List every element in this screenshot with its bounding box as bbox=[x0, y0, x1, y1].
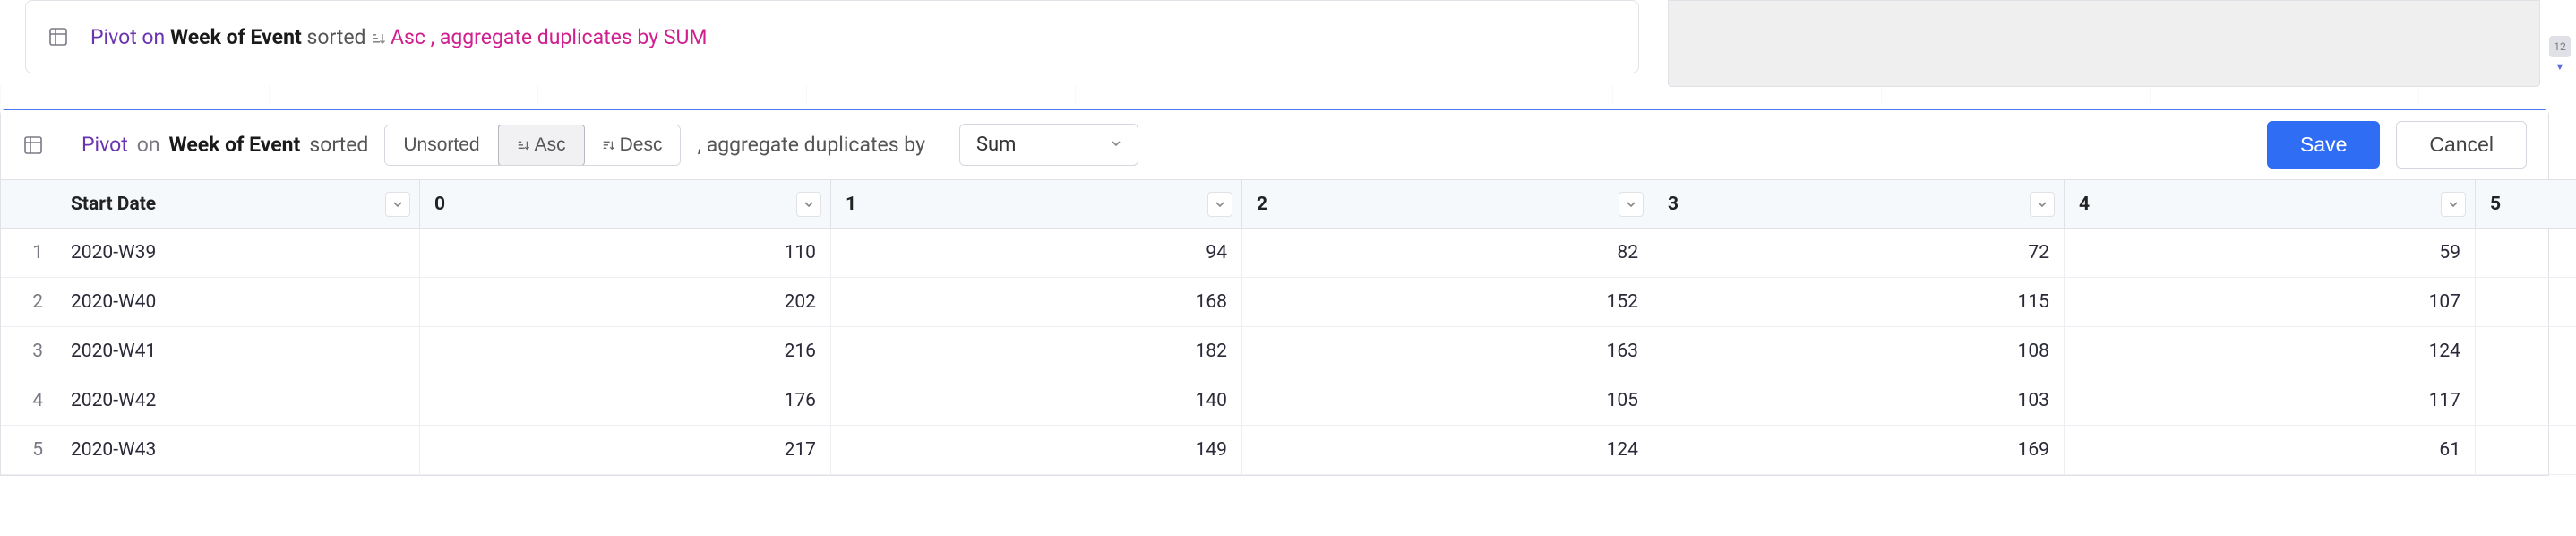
data-cell[interactable]: 94 bbox=[831, 229, 1242, 278]
pivot-summary-card[interactable]: Pivot on Week of Event sorted Asc , aggr… bbox=[25, 0, 1639, 73]
column-header-label: 0 bbox=[434, 194, 445, 215]
column-menu-button[interactable] bbox=[1619, 192, 1644, 217]
data-cell[interactable]: 105 bbox=[1242, 376, 1653, 426]
row-number: 2 bbox=[1, 278, 56, 327]
corner-cell bbox=[1, 179, 56, 229]
data-cell[interactable]: 108 bbox=[1653, 327, 2065, 376]
data-cell[interactable]: 182 bbox=[831, 327, 1242, 376]
data-cell[interactable]: 149 bbox=[831, 426, 1242, 475]
data-cell[interactable] bbox=[2476, 426, 2576, 475]
sort-asc-icon bbox=[371, 31, 385, 46]
save-button[interactable]: Save bbox=[2267, 121, 2380, 169]
summary-field: Week of Event bbox=[170, 25, 302, 49]
column-header[interactable]: 4 bbox=[2065, 179, 2476, 229]
data-cell[interactable]: 202 bbox=[420, 278, 831, 327]
data-cell[interactable] bbox=[2476, 229, 2576, 278]
summary-sorted: sorted bbox=[306, 25, 365, 49]
data-cell[interactable]: 216 bbox=[420, 327, 831, 376]
editor-pivot: Pivot bbox=[82, 133, 128, 157]
row-number: 3 bbox=[1, 327, 56, 376]
column-header[interactable]: Start Date bbox=[56, 179, 420, 229]
pivot-icon bbox=[22, 134, 44, 156]
data-cell[interactable]: 124 bbox=[1242, 426, 1653, 475]
editor-field[interactable]: Week of Event bbox=[169, 133, 301, 157]
cancel-button[interactable]: Cancel bbox=[2396, 121, 2527, 169]
data-cell[interactable]: 110 bbox=[420, 229, 831, 278]
data-cell[interactable]: 107 bbox=[2065, 278, 2476, 327]
column-header-label: 1 bbox=[846, 194, 856, 215]
editor-agg-phrase: , aggregate duplicates by bbox=[697, 133, 924, 157]
data-cell[interactable]: 124 bbox=[2065, 327, 2476, 376]
column-menu-button[interactable] bbox=[385, 192, 410, 217]
preview-panel bbox=[1668, 0, 2540, 87]
data-cell[interactable]: 72 bbox=[1653, 229, 2065, 278]
column-menu-button[interactable] bbox=[1207, 192, 1232, 217]
sort-asc-label: Asc bbox=[535, 134, 566, 156]
data-cell[interactable]: 103 bbox=[1653, 376, 2065, 426]
row-number: 4 bbox=[1, 376, 56, 426]
pivot-summary-text: Pivot on Week of Event sorted Asc , aggr… bbox=[90, 25, 707, 49]
chevron-down-icon bbox=[1111, 138, 1121, 152]
row-label-cell[interactable]: 2020-W40 bbox=[56, 278, 420, 327]
row-number: 5 bbox=[1, 426, 56, 475]
column-header-label: 3 bbox=[1668, 194, 1679, 215]
editor-sorted: sorted bbox=[309, 133, 368, 157]
data-cell[interactable]: 82 bbox=[1242, 229, 1653, 278]
data-cell[interactable]: 176 bbox=[420, 376, 831, 426]
aggregate-select[interactable]: Sum bbox=[959, 124, 1138, 166]
sort-desc-button[interactable]: Desc bbox=[584, 125, 681, 165]
column-header[interactable]: 0 bbox=[420, 179, 831, 229]
editor-on: on bbox=[137, 133, 160, 157]
sort-unsorted-button[interactable]: Unsorted bbox=[385, 125, 498, 165]
column-header[interactable]: 1 bbox=[831, 179, 1242, 229]
sort-asc-button[interactable]: Asc bbox=[498, 125, 585, 166]
side-caret-icon[interactable]: ▼ bbox=[2549, 61, 2571, 73]
column-header[interactable]: 2 bbox=[1242, 179, 1653, 229]
data-cell[interactable]: 61 bbox=[2065, 426, 2476, 475]
column-menu-button[interactable] bbox=[2441, 192, 2466, 217]
summary-agg-phrase: , aggregate duplicates by bbox=[431, 25, 658, 49]
row-label-cell[interactable]: 2020-W41 bbox=[56, 327, 420, 376]
data-cell[interactable]: 163 bbox=[1242, 327, 1653, 376]
row-label-cell[interactable]: 2020-W43 bbox=[56, 426, 420, 475]
summary-direction: Asc bbox=[391, 25, 425, 49]
column-header-label: 5 bbox=[2490, 194, 2501, 215]
aggregate-selected: Sum bbox=[976, 134, 1016, 156]
sort-desc-icon bbox=[602, 139, 614, 151]
data-cell[interactable]: 169 bbox=[1653, 426, 2065, 475]
row-label-cell[interactable]: 2020-W42 bbox=[56, 376, 420, 426]
column-header-label: 2 bbox=[1257, 194, 1267, 215]
pivot-icon bbox=[47, 26, 69, 48]
sort-asc-icon bbox=[517, 139, 529, 151]
data-cell[interactable] bbox=[2476, 327, 2576, 376]
data-cell[interactable]: 140 bbox=[831, 376, 1242, 426]
column-menu-button[interactable] bbox=[796, 192, 821, 217]
summary-agg-value: SUM bbox=[664, 25, 708, 49]
data-cell[interactable]: 59 bbox=[2065, 229, 2476, 278]
sort-desc-label: Desc bbox=[620, 134, 663, 156]
sort-direction-group: Unsorted Asc bbox=[384, 125, 681, 166]
column-header[interactable]: 3 bbox=[1653, 179, 2065, 229]
data-cell[interactable]: 152 bbox=[1242, 278, 1653, 327]
data-cell[interactable] bbox=[2476, 278, 2576, 327]
row-number: 1 bbox=[1, 229, 56, 278]
data-cell[interactable]: 217 bbox=[420, 426, 831, 475]
column-menu-button[interactable] bbox=[2030, 192, 2055, 217]
column-header[interactable]: 5 bbox=[2476, 179, 2576, 229]
row-label-cell[interactable]: 2020-W39 bbox=[56, 229, 420, 278]
column-header-label: Start Date bbox=[71, 194, 156, 215]
data-table: Start Date01234512020-W39110948272592202… bbox=[1, 179, 2548, 475]
side-count-badge[interactable]: 12 bbox=[2549, 36, 2571, 57]
data-cell[interactable]: 115 bbox=[1653, 278, 2065, 327]
data-cell[interactable] bbox=[2476, 376, 2576, 426]
data-cell[interactable]: 117 bbox=[2065, 376, 2476, 426]
config-panel: Pivot on Week of Event sorted Unsorted A… bbox=[0, 109, 2549, 476]
column-header-label: 4 bbox=[2079, 194, 2090, 215]
summary-prefix: Pivot on bbox=[90, 25, 165, 49]
data-cell[interactable]: 168 bbox=[831, 278, 1242, 327]
